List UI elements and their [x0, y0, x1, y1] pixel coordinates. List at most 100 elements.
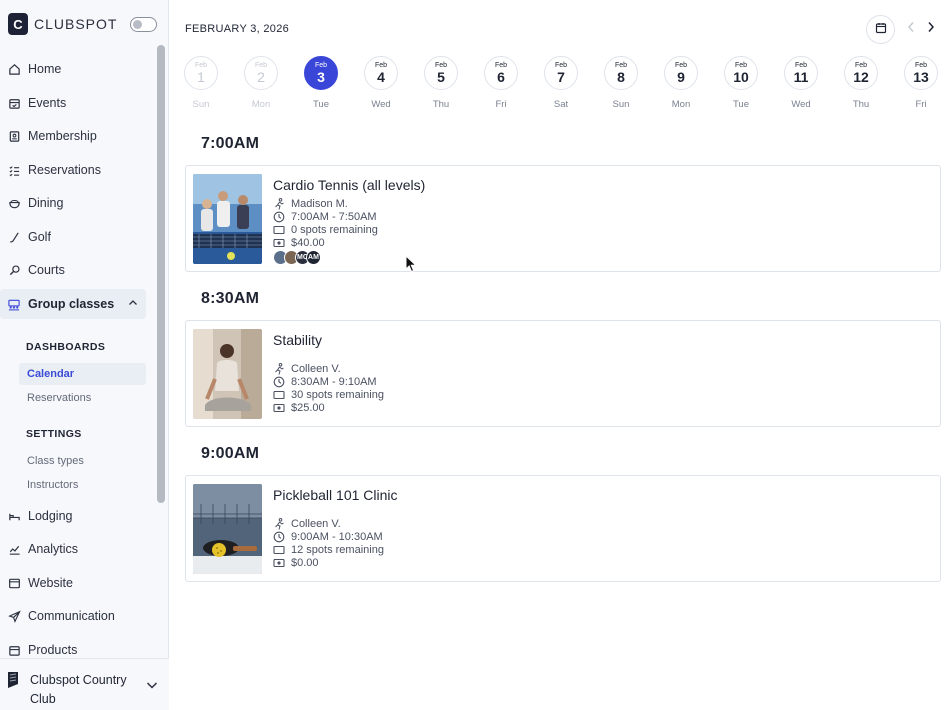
- chevron-up-icon: [128, 297, 138, 311]
- class-card[interactable]: Cardio Tennis (all levels) Madison M. 7:…: [185, 165, 941, 272]
- sidebar-item-events[interactable]: Events: [0, 88, 146, 118]
- class-time: 7:00AM - 7:50AM: [273, 210, 377, 223]
- day-cell[interactable]: Feb 10 Tue: [723, 56, 759, 110]
- day-cell[interactable]: Feb 8 Sun: [603, 56, 639, 110]
- sidebar-item-label: Membership: [28, 129, 97, 143]
- day-number: 3: [317, 68, 325, 85]
- instructor-name: Madison M.: [291, 197, 348, 210]
- day-number: 10: [733, 68, 749, 85]
- brand[interactable]: C CLUBSPOT: [8, 12, 117, 36]
- instructor-name: Colleen V.: [291, 362, 341, 375]
- class-title: Stability: [273, 332, 323, 348]
- sub-item-instructors[interactable]: Instructors: [19, 474, 146, 496]
- class-price: $40.00: [273, 236, 325, 249]
- day-cell[interactable]: Feb 1 Sun: [183, 56, 219, 110]
- calendar-picker-button[interactable]: [866, 15, 895, 44]
- ticket-icon: [273, 389, 285, 401]
- sub-heading-dashboards: DASHBOARDS: [26, 341, 106, 353]
- class-card[interactable]: Pickleball 101 Clinic Colleen V. 9:00AM …: [185, 475, 941, 582]
- main-content: FEBRUARY 3, 2026 Feb 1 Sun Feb 2 Mon Feb 3 …: [170, 0, 948, 710]
- sidebar-item-home[interactable]: Home: [0, 54, 146, 84]
- theme-toggle[interactable]: [130, 17, 157, 32]
- day-cell[interactable]: Feb 12 Thu: [843, 56, 879, 110]
- sidebar-item-group-classes[interactable]: Group classes: [0, 289, 146, 319]
- racket-icon: [7, 263, 21, 277]
- day-cell-selected[interactable]: Feb 3 Tue: [303, 56, 339, 110]
- day-cell[interactable]: Feb 9 Mon: [663, 56, 699, 110]
- class-instructor: Colleen V.: [273, 517, 341, 530]
- day-cell[interactable]: Feb 6 Fri: [483, 56, 519, 110]
- bowl-icon: [7, 196, 21, 210]
- prev-week-button[interactable]: [904, 22, 918, 36]
- sidebar-item-label: Products: [28, 643, 78, 656]
- sidebar: C CLUBSPOT Home Events Membership Reserv…: [0, 0, 169, 710]
- class-spots: 12 spots remaining: [273, 543, 384, 556]
- sub-heading-settings: SETTINGS: [26, 428, 82, 440]
- sub-item-calendar[interactable]: Calendar: [19, 363, 146, 385]
- class-instructor: Madison M.: [273, 197, 348, 210]
- chevron-right-icon: [927, 20, 935, 38]
- id-card-icon: [7, 129, 21, 143]
- sidebar-item-courts[interactable]: Courts: [0, 255, 146, 285]
- day-cell[interactable]: Feb 2 Mon: [243, 56, 279, 110]
- day-weekday: Fri: [495, 99, 507, 110]
- next-week-button[interactable]: [924, 22, 938, 36]
- sidebar-item-website[interactable]: Website: [0, 568, 146, 598]
- money-icon: [273, 557, 285, 569]
- day-cell[interactable]: Feb 7 Sat: [543, 56, 579, 110]
- class-instructor: Colleen V.: [273, 362, 341, 375]
- sidebar-item-products[interactable]: Products: [0, 635, 146, 656]
- club-switcher[interactable]: Clubspot Country Club: [0, 658, 169, 710]
- date-title: FEBRUARY 3, 2026: [185, 23, 290, 35]
- sidebar-scrollbar[interactable]: [157, 45, 165, 503]
- sidebar-item-label: Lodging: [28, 509, 73, 523]
- sub-item-class-types[interactable]: Class types: [19, 450, 146, 472]
- day-strip: Feb 1 Sun Feb 2 Mon Feb 3 Tue Feb 4 Wed Feb 5…: [183, 56, 948, 112]
- golf-club-icon: [7, 230, 21, 244]
- day-circle: Feb 10: [724, 56, 758, 90]
- sidebar-item-reservations[interactable]: Reservations: [0, 155, 146, 185]
- sidebar-item-dining[interactable]: Dining: [0, 188, 146, 218]
- class-title: Pickleball 101 Clinic: [273, 487, 398, 503]
- day-cell[interactable]: Feb 4 Wed: [363, 56, 399, 110]
- chevron-down-icon: [146, 677, 158, 695]
- toggle-knob: [133, 20, 142, 29]
- day-weekday: Mon: [671, 99, 691, 110]
- class-card[interactable]: Stability Colleen V. 8:30AM - 9:10AM 30 …: [185, 320, 941, 427]
- day-weekday: Sun: [612, 99, 630, 110]
- clock-icon: [273, 531, 285, 543]
- day-circle: Feb 3: [304, 56, 338, 90]
- class-time: 9:00AM - 10:30AM: [273, 530, 383, 543]
- class-thumbnail-stability: [193, 329, 262, 419]
- money-icon: [273, 402, 285, 414]
- person-running-icon: [273, 197, 285, 210]
- sidebar-item-analytics[interactable]: Analytics: [0, 534, 146, 564]
- sidebar-item-golf[interactable]: Golf: [0, 222, 146, 252]
- calendar-icon: [875, 21, 887, 39]
- day-weekday: Sun: [192, 99, 210, 110]
- sidebar-item-label: Events: [28, 96, 67, 110]
- day-weekday: Thu: [432, 99, 450, 110]
- class-price: $0.00: [273, 556, 319, 569]
- bed-icon: [7, 509, 21, 523]
- day-cell[interactable]: Feb 13 Fri: [903, 56, 939, 110]
- sidebar-item-communication[interactable]: Communication: [0, 601, 146, 631]
- sidebar-item-lodging[interactable]: Lodging: [0, 501, 146, 531]
- day-circle: Feb 11: [784, 56, 818, 90]
- day-weekday: Tue: [732, 99, 750, 110]
- attendee-avatars[interactable]: MC AM: [273, 250, 321, 265]
- day-cell[interactable]: Feb 5 Thu: [423, 56, 459, 110]
- spots-remaining: 0 spots remaining: [291, 223, 378, 236]
- ticket-icon: [273, 544, 285, 556]
- sidebar-item-label: Courts: [28, 263, 65, 277]
- sidebar-item-membership[interactable]: Membership: [0, 121, 146, 151]
- day-number: 5: [437, 68, 445, 85]
- slot-time: 9:00AM: [201, 445, 260, 462]
- day-weekday: Mon: [251, 99, 271, 110]
- day-cell[interactable]: Feb 11 Wed: [783, 56, 819, 110]
- browser-icon: [7, 576, 21, 590]
- sidebar-item-label: Golf: [28, 230, 51, 244]
- sidebar-item-label: Group classes: [28, 297, 115, 311]
- sub-item-reservations[interactable]: Reservations: [19, 387, 146, 409]
- price: $0.00: [291, 556, 319, 569]
